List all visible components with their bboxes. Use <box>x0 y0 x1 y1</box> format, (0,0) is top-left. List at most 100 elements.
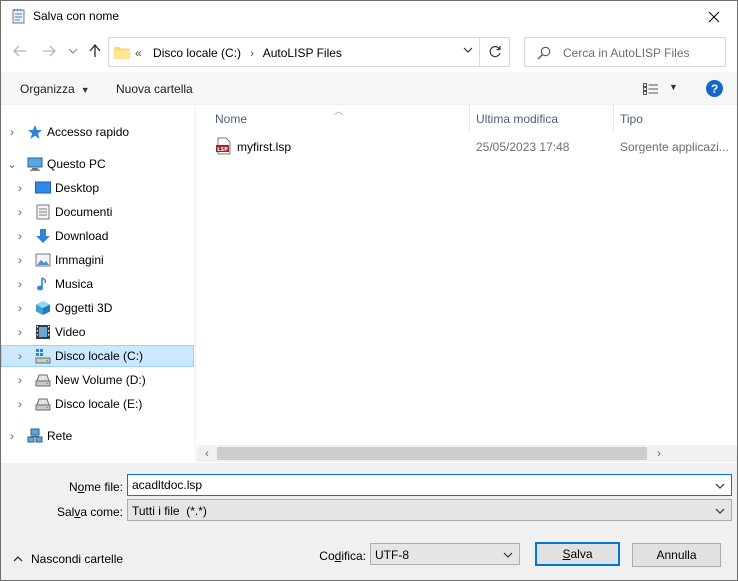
new-folder-label: Nuova cartella <box>116 82 193 96</box>
tree-label: Immagini <box>55 253 104 267</box>
help-button[interactable]: ? <box>706 80 723 97</box>
recent-locations-button[interactable] <box>64 42 82 60</box>
chevron-right-icon[interactable]: › <box>15 349 25 363</box>
breadcrumb-item-drive-c[interactable]: Disco locale (C:) <box>153 46 241 60</box>
tree-label: Documenti <box>55 205 113 219</box>
encoding-value: UTF-8 <box>375 548 409 562</box>
tree-item-videos[interactable]: › Video <box>1 321 194 343</box>
savetype-label: Salva come: <box>56 505 123 519</box>
breadcrumb-item-autolisp[interactable]: AutoLISP Files <box>263 46 342 60</box>
tree-item-pictures[interactable]: › Immagini <box>1 249 194 271</box>
column-label: Tipo <box>620 112 643 126</box>
address-bar[interactable]: « Disco locale (C:) › AutoLISP Files <box>108 37 480 67</box>
filename-combobox[interactable] <box>127 474 732 496</box>
windows-drive-icon <box>35 349 51 364</box>
tree-item-quick-access[interactable]: › Accesso rapido <box>1 121 194 143</box>
refresh-icon <box>489 45 501 58</box>
title-bar: Salva con nome <box>1 1 737 32</box>
change-view-button[interactable]: ▼ <box>643 80 683 98</box>
documents-icon <box>36 204 50 220</box>
tree-item-this-pc[interactable]: ⌄ Questo PC <box>1 153 194 175</box>
horizontal-scrollbar[interactable]: ‹ › <box>197 445 737 462</box>
save-button[interactable]: Salva <box>535 542 620 566</box>
scrollbar-thumb[interactable] <box>217 447 647 460</box>
chevron-right-icon[interactable]: › <box>15 301 25 315</box>
chevron-right-icon[interactable]: › <box>15 253 25 267</box>
tree-item-music[interactable]: › Musica <box>1 273 194 295</box>
chevron-down-icon[interactable] <box>715 483 725 489</box>
savetype-select[interactable]: Tutti i file (*.*) <box>127 499 732 521</box>
drive-icon <box>35 374 51 387</box>
scroll-right-icon[interactable]: › <box>651 447 667 460</box>
caret-down-icon: ▼ <box>669 82 678 92</box>
organize-label: Organizza <box>20 82 75 96</box>
chevron-right-icon[interactable]: › <box>7 125 17 139</box>
tree-item-drive-d[interactable]: › New Volume (D:) <box>1 369 194 391</box>
encoding-select[interactable]: UTF-8 <box>370 543 520 565</box>
chevron-right-icon[interactable]: › <box>15 325 25 339</box>
tree-label: Accesso rapido <box>47 125 130 139</box>
svg-text:LSP: LSP <box>217 147 228 153</box>
cube-3d-icon <box>36 301 50 315</box>
search-icon <box>537 46 551 60</box>
cancel-button[interactable]: Annulla <box>632 543 721 567</box>
command-bar: Organizza ▼ Nuova cartella ▼ ? <box>1 72 737 105</box>
music-note-icon <box>37 277 47 291</box>
new-folder-button[interactable]: Nuova cartella <box>116 82 193 96</box>
scroll-left-icon[interactable]: ‹ <box>199 447 215 460</box>
breadcrumb-overflow[interactable]: « <box>135 46 142 60</box>
tree-item-objects3d[interactable]: › Oggetti 3D <box>1 297 194 319</box>
search-box[interactable] <box>524 37 726 67</box>
tree-label: Rete <box>47 429 73 443</box>
up-button[interactable] <box>86 42 104 60</box>
file-row[interactable]: LSP myfirst.lsp 25/05/2023 17:48 Sorgent… <box>197 135 737 157</box>
arrow-up-icon <box>89 44 101 57</box>
tree-label: New Volume (D:) <box>55 373 146 387</box>
chevron-right-icon[interactable]: › <box>7 429 17 443</box>
tree-label: Oggetti 3D <box>55 301 113 315</box>
save-as-dialog: Salva con nome « Disco locale (C:) › Aut… <box>0 0 738 581</box>
file-name: myfirst.lsp <box>237 140 291 154</box>
desktop-icon <box>35 181 51 194</box>
close-button[interactable] <box>691 1 737 32</box>
chevron-down-icon[interactable]: ⌄ <box>7 157 17 171</box>
refresh-button[interactable] <box>480 37 510 67</box>
encoding-label: Codifica: <box>319 549 366 563</box>
column-header-type[interactable]: Tipo <box>614 105 737 131</box>
column-header-modified[interactable]: Ultima modifica <box>470 105 613 131</box>
tree-item-network[interactable]: › Rete <box>1 425 194 447</box>
chevron-right-icon[interactable]: › <box>15 277 25 291</box>
hide-folders-button[interactable]: Nascondi cartelle <box>13 552 123 566</box>
organize-button[interactable]: Organizza ▼ <box>20 82 90 96</box>
tree-item-desktop[interactable]: › Desktop <box>1 177 194 199</box>
tree-label: Disco locale (C:) <box>55 349 144 363</box>
lisp-file-icon: LSP <box>216 137 231 155</box>
chevron-right-icon[interactable]: › <box>15 229 25 243</box>
tree-item-downloads[interactable]: › Download <box>1 225 194 247</box>
pane-divider[interactable] <box>195 105 196 463</box>
search-input[interactable] <box>563 44 721 62</box>
details-view-icon <box>643 83 658 95</box>
tree-item-documents[interactable]: › Documenti <box>1 201 194 223</box>
chevron-right-icon[interactable]: › <box>15 181 25 195</box>
filename-input[interactable] <box>132 477 645 493</box>
film-icon <box>36 325 50 339</box>
pictures-icon <box>35 253 51 267</box>
tree-item-drive-c[interactable]: › Disco locale (C:) <box>1 345 194 367</box>
chevron-right-icon[interactable]: › <box>15 373 25 387</box>
tree-item-drive-e[interactable]: › Disco locale (E:) <box>1 393 194 415</box>
star-icon <box>28 125 42 139</box>
forward-button[interactable] <box>40 42 58 60</box>
tree-label: Download <box>55 229 109 243</box>
back-button[interactable] <box>11 42 29 60</box>
chevron-down-icon <box>715 508 725 514</box>
download-arrow-icon <box>36 229 50 243</box>
save-form: Nome file: Salva come: Tutti i file (*.*… <box>1 463 737 580</box>
chevron-down-icon <box>68 48 78 54</box>
chevron-down-icon <box>503 552 513 558</box>
column-header-name[interactable]: Nome <box>197 105 469 131</box>
notepad-icon <box>12 8 25 24</box>
chevron-right-icon[interactable]: › <box>15 397 25 411</box>
chevron-right-icon[interactable]: › <box>15 205 25 219</box>
chevron-down-icon[interactable] <box>463 47 473 53</box>
